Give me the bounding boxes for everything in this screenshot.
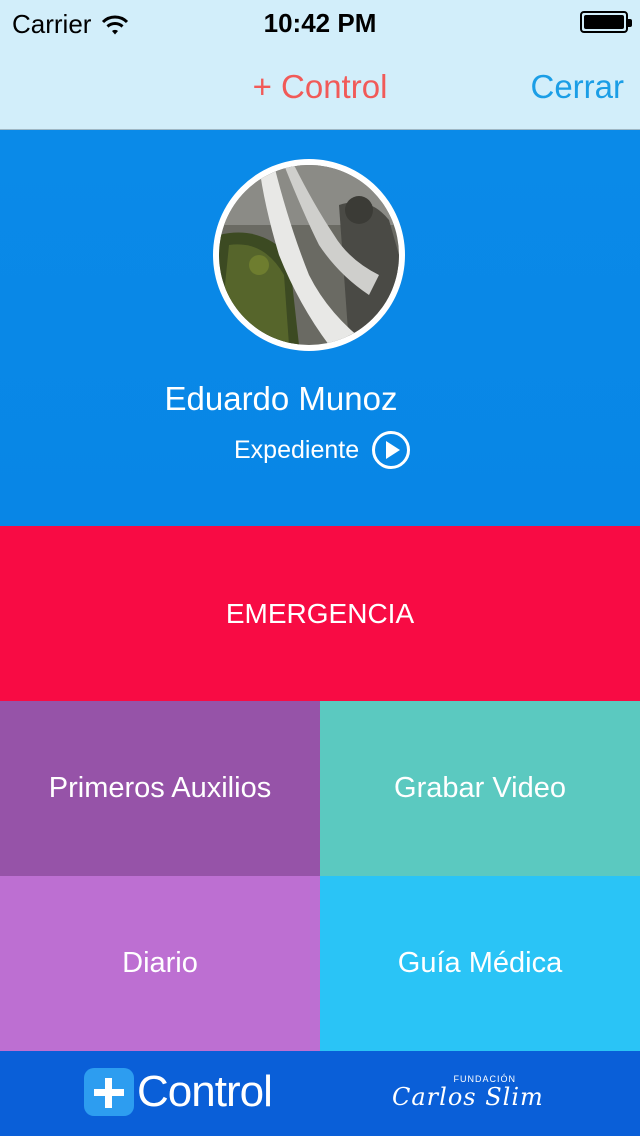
avatar[interactable] [213, 159, 405, 351]
top-bar: Carrier 10:42 PM + Control Cerrar [0, 0, 640, 130]
medical-guide-button[interactable]: Guía Médica [320, 876, 640, 1051]
expediente-link[interactable]: Expediente [234, 430, 411, 470]
emergency-button[interactable]: EMERGENCIA [0, 526, 640, 701]
status-bar: Carrier 10:42 PM [0, 0, 640, 44]
play-circle-icon [372, 431, 411, 469]
status-time: 10:42 PM [263, 8, 377, 38]
battery-icon [580, 11, 632, 33]
record-video-button[interactable]: Grabar Video [320, 701, 640, 876]
sponsor-logo: FUNDACIÓN Carlos Slim [392, 1071, 568, 1121]
app-logo: Control [84, 1067, 273, 1117]
user-name: Eduardo Munoz [164, 380, 398, 417]
plus-logo-icon [84, 1068, 134, 1116]
avatar-photo [219, 165, 399, 345]
first-aid-button[interactable]: Primeros Auxilios [0, 701, 320, 876]
diary-button[interactable]: Diario [0, 876, 320, 1051]
logo-text: Control [137, 1067, 273, 1116]
footer: Control FUNDACIÓN Carlos Slim [0, 1051, 640, 1136]
profile-header: Eduardo Munoz Expediente [0, 130, 640, 526]
expediente-label: Expediente [234, 435, 360, 464]
sponsor-name: Carlos Slim [392, 1083, 544, 1111]
close-button[interactable]: Cerrar [530, 68, 624, 106]
